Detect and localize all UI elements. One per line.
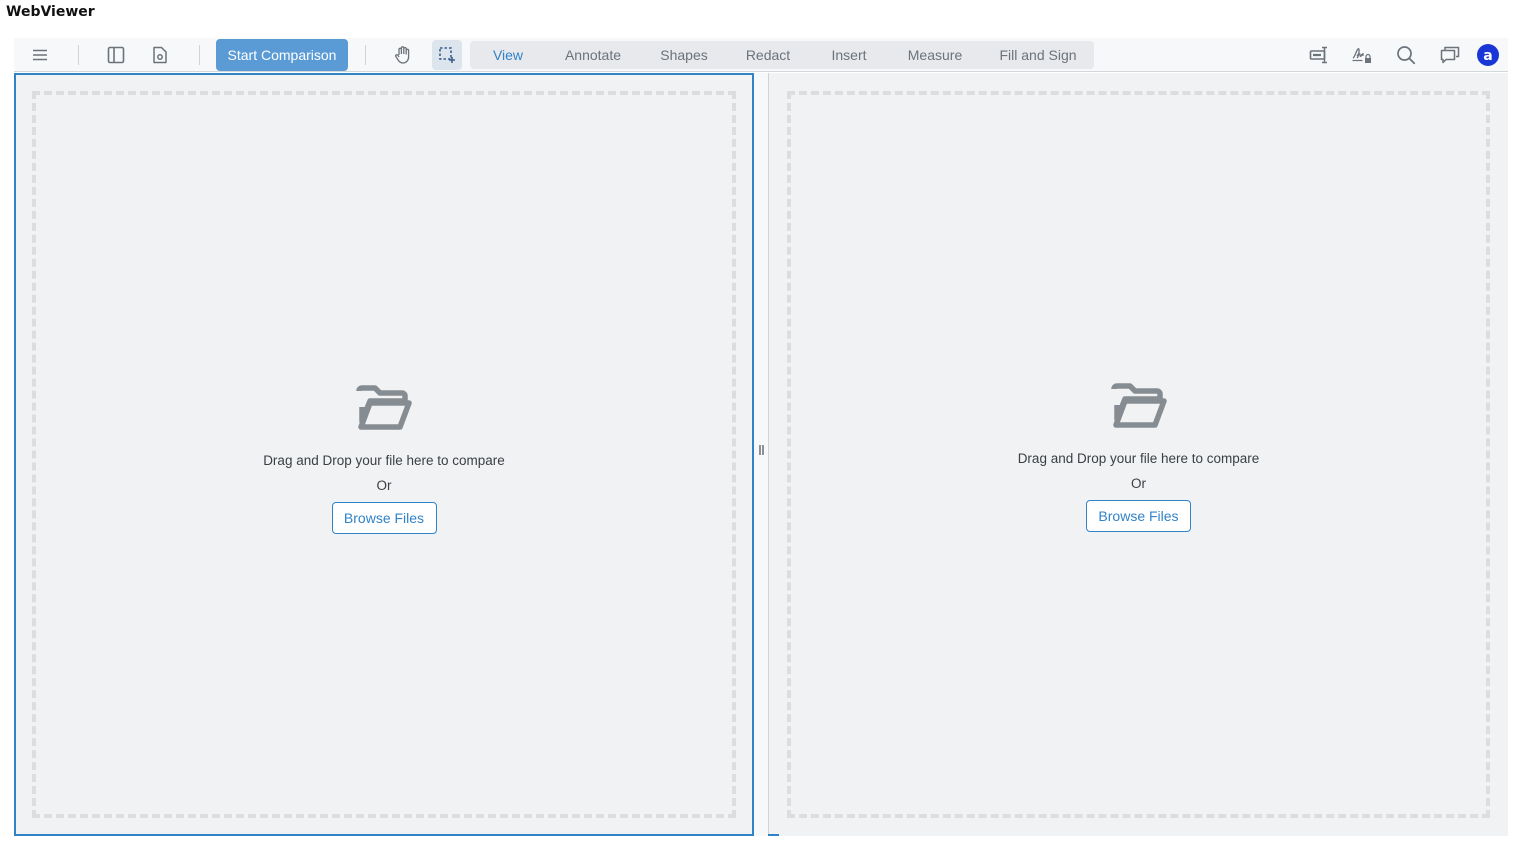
grip-icon [759,445,764,455]
right-compare-panel: Drag and Drop your file here to compare … [768,73,1508,836]
document-settings-button[interactable] [145,40,175,70]
browse-files-button[interactable]: Browse Files [331,502,437,534]
ribbon-tab-annotate[interactable]: Annotate [565,41,621,69]
ribbon-tab-fill-and-sign[interactable]: Fill and Sign [999,41,1076,69]
toolbar-divider [78,45,79,65]
ribbon-tab-view[interactable]: View [493,41,523,69]
scroll-indicator [768,834,779,836]
toggle-left-panel-button[interactable] [101,40,131,70]
left-compare-panel: Drag and Drop your file here to compare … [14,73,754,836]
or-label: Or [376,478,392,493]
signature-lock-icon [1351,46,1373,64]
pan-tool-button[interactable] [388,40,418,70]
panel-resize-handle[interactable] [754,73,768,836]
ribbon-tab-shapes[interactable]: Shapes [660,41,707,69]
drop-instructions: Drag and Drop your file here to compare [1017,451,1260,466]
marquee-select-icon [438,46,456,64]
app-title: WebViewer [6,4,95,20]
hand-icon [393,45,413,65]
user-avatar-button[interactable]: a [1476,38,1500,72]
comments-icon [1440,46,1460,64]
start-comparison-button[interactable]: Start Comparison [216,39,348,71]
signature-button[interactable] [1347,40,1377,70]
folder-open-icon [356,385,412,433]
menu-button[interactable] [25,40,55,70]
right-drop-zone[interactable]: Drag and Drop your file here to compare … [787,91,1490,818]
search-icon [1396,45,1416,65]
search-button[interactable] [1391,40,1421,70]
toolbar: Start Comparison View Annotate Shapes Re… [14,38,1508,72]
ribbon-tab-insert[interactable]: Insert [831,41,866,69]
panel-toggle-icon [107,46,125,64]
left-drop-zone[interactable]: Drag and Drop your file here to compare … [32,91,736,818]
toolbar-divider [365,45,366,65]
folder-open-icon [1110,383,1167,431]
drop-instructions: Drag and Drop your file here to compare [263,453,505,468]
form-field-button[interactable] [1304,40,1334,70]
ribbon-tabs: View Annotate Shapes Redact Insert Measu… [470,41,1094,69]
document-settings-icon [152,46,168,64]
selection-tool-button[interactable] [432,40,462,70]
svg-text:a: a [1483,48,1492,64]
or-label: Or [1131,476,1146,491]
ribbon-tab-redact[interactable]: Redact [746,41,790,69]
user-avatar-icon: a [1477,44,1499,66]
toolbar-divider [199,45,200,65]
form-field-icon [1309,46,1329,64]
ribbon-tab-measure[interactable]: Measure [908,41,962,69]
hamburger-menu-icon [32,48,48,62]
browse-files-button[interactable]: Browse Files [1086,500,1191,532]
comments-button[interactable] [1435,40,1465,70]
